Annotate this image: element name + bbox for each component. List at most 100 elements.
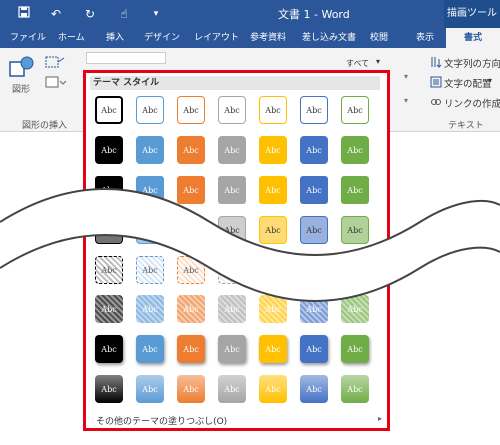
tab-design[interactable]: デザイン	[144, 28, 180, 48]
style-swatch[interactable]: Abc	[95, 256, 123, 284]
style-swatch[interactable]: Abc	[177, 335, 205, 363]
swatch-label: Abc	[306, 384, 322, 394]
style-swatch[interactable]: Abc	[218, 256, 246, 284]
style-swatch[interactable]: Abc	[341, 335, 369, 363]
redo-icon[interactable]: ↻	[80, 4, 100, 24]
style-swatch[interactable]: Abc	[95, 335, 123, 363]
style-swatch[interactable]: Abc	[177, 96, 205, 124]
style-swatch[interactable]: Abc	[136, 256, 164, 284]
style-filter-dropdown[interactable]: すべて	[346, 58, 369, 69]
style-swatch[interactable]: Abc	[218, 216, 246, 244]
style-swatch[interactable]: Abc	[341, 136, 369, 164]
style-swatch[interactable]: Abc	[136, 96, 164, 124]
style-swatch[interactable]: Abc	[300, 335, 328, 363]
tab-insert[interactable]: 挿入	[106, 28, 124, 48]
customize-toolbar-icon[interactable]: ▾	[146, 4, 166, 24]
style-swatch[interactable]: Abc	[95, 96, 123, 124]
align-text-icon[interactable]	[430, 76, 442, 91]
style-swatch[interactable]: Abc	[341, 96, 369, 124]
style-swatch[interactable]: Abc	[95, 375, 123, 403]
resize-grip[interactable]: ....	[226, 425, 240, 428]
style-swatch[interactable]: Abc	[218, 96, 246, 124]
style-swatch[interactable]: Abc	[259, 375, 287, 403]
chevron-down-icon[interactable]: ▾	[376, 57, 380, 66]
swatch-label: Abc	[306, 304, 322, 314]
document-title: 文書 1 - Word	[278, 8, 350, 21]
shapes-label[interactable]: 図形	[12, 82, 30, 95]
style-swatch[interactable]: Abc	[95, 136, 123, 164]
style-swatch[interactable]: Abc	[95, 295, 123, 323]
style-swatch[interactable]: Abc	[259, 96, 287, 124]
tab-layout[interactable]: レイアウト	[194, 28, 239, 48]
style-swatch[interactable]: Abc	[218, 295, 246, 323]
undo-icon[interactable]: ↶	[46, 4, 66, 24]
tab-mailings[interactable]: 差し込み文書	[302, 28, 356, 48]
touch-mode-icon[interactable]: ☝	[114, 4, 134, 24]
style-swatch[interactable]: Abc	[136, 375, 164, 403]
style-swatch[interactable]: Abc	[341, 216, 369, 244]
style-swatch[interactable]: Abc	[218, 375, 246, 403]
style-swatch[interactable]: Abc	[259, 176, 287, 204]
style-swatch[interactable]: Abc	[177, 136, 205, 164]
style-swatch[interactable]: Abc	[218, 176, 246, 204]
tab-format[interactable]: 書式	[446, 28, 500, 48]
style-swatch[interactable]: Abc	[341, 256, 369, 284]
style-swatch[interactable]: Abc	[177, 375, 205, 403]
swatch-label: Abc	[224, 105, 240, 115]
style-swatch[interactable]: Abc	[95, 176, 123, 204]
style-swatch[interactable]: Abc	[136, 136, 164, 164]
link-icon[interactable]	[430, 96, 442, 111]
swatch-label: Abc	[265, 304, 281, 314]
shapes-icon[interactable]	[8, 54, 36, 83]
swatch-label: Abc	[101, 145, 117, 155]
style-swatch[interactable]: Abc	[300, 176, 328, 204]
tab-file[interactable]: ファイル	[10, 28, 46, 48]
style-swatch[interactable]: Abc	[300, 136, 328, 164]
swatch-label: Abc	[347, 344, 363, 354]
style-swatch[interactable]: Abc	[300, 96, 328, 124]
style-swatch[interactable]: Abc	[300, 375, 328, 403]
text-box-icon[interactable]	[44, 74, 67, 93]
text-direction-icon[interactable]	[430, 56, 442, 71]
style-swatch[interactable]: Abc	[177, 216, 205, 244]
more-theme-fills-link[interactable]: その他のテーマの塗りつぶし(O)	[96, 414, 227, 427]
style-swatch[interactable]: Abc	[136, 176, 164, 204]
swatch-label: Abc	[265, 145, 281, 155]
tab-view[interactable]: 表示	[416, 28, 434, 48]
style-swatch[interactable]: Abc	[259, 216, 287, 244]
style-swatch[interactable]: Abc	[341, 375, 369, 403]
style-swatch[interactable]: Abc	[136, 335, 164, 363]
chevron-right-icon[interactable]: ▸	[378, 414, 382, 423]
style-swatch[interactable]: Abc	[177, 256, 205, 284]
save-icon[interactable]	[14, 4, 34, 24]
style-swatch[interactable]: Abc	[259, 256, 287, 284]
style-swatch[interactable]: Abc	[136, 295, 164, 323]
style-swatch[interactable]: Abc	[259, 295, 287, 323]
style-swatch[interactable]: Abc	[259, 136, 287, 164]
style-preview-box[interactable]	[86, 52, 166, 64]
text-direction-button[interactable]: 文字列の方向	[444, 56, 500, 70]
ribbon-tab-bar: ファイル ホーム 挿入 デザイン レイアウト 参考資料 差し込み文書 校閲 表示…	[0, 28, 500, 48]
create-link-button[interactable]: リンクの作成	[444, 96, 500, 110]
style-swatch[interactable]: Abc	[177, 295, 205, 323]
style-swatch[interactable]: Abc	[95, 216, 123, 244]
style-swatch[interactable]: Abc	[218, 136, 246, 164]
tab-review[interactable]: 校閲	[370, 28, 388, 48]
style-swatch[interactable]: Abc	[218, 335, 246, 363]
align-text-button[interactable]: 文字の配置	[444, 76, 492, 90]
style-swatch[interactable]: Abc	[341, 295, 369, 323]
edit-shape-icon[interactable]	[44, 54, 66, 73]
chevron-down-icon[interactable]: ▾	[488, 76, 492, 85]
tab-home[interactable]: ホーム	[58, 28, 85, 48]
style-swatch[interactable]: Abc	[136, 216, 164, 244]
style-swatch[interactable]: Abc	[300, 295, 328, 323]
chevron-down-icon[interactable]: ▾	[404, 96, 408, 105]
chevron-down-icon[interactable]: ▾	[404, 72, 408, 81]
swatch-label: Abc	[306, 344, 322, 354]
tab-references[interactable]: 参考資料	[250, 28, 286, 48]
style-swatch[interactable]: Abc	[300, 216, 328, 244]
style-swatch[interactable]: Abc	[300, 256, 328, 284]
style-swatch[interactable]: Abc	[341, 176, 369, 204]
style-swatch[interactable]: Abc	[177, 176, 205, 204]
style-swatch[interactable]: Abc	[259, 335, 287, 363]
